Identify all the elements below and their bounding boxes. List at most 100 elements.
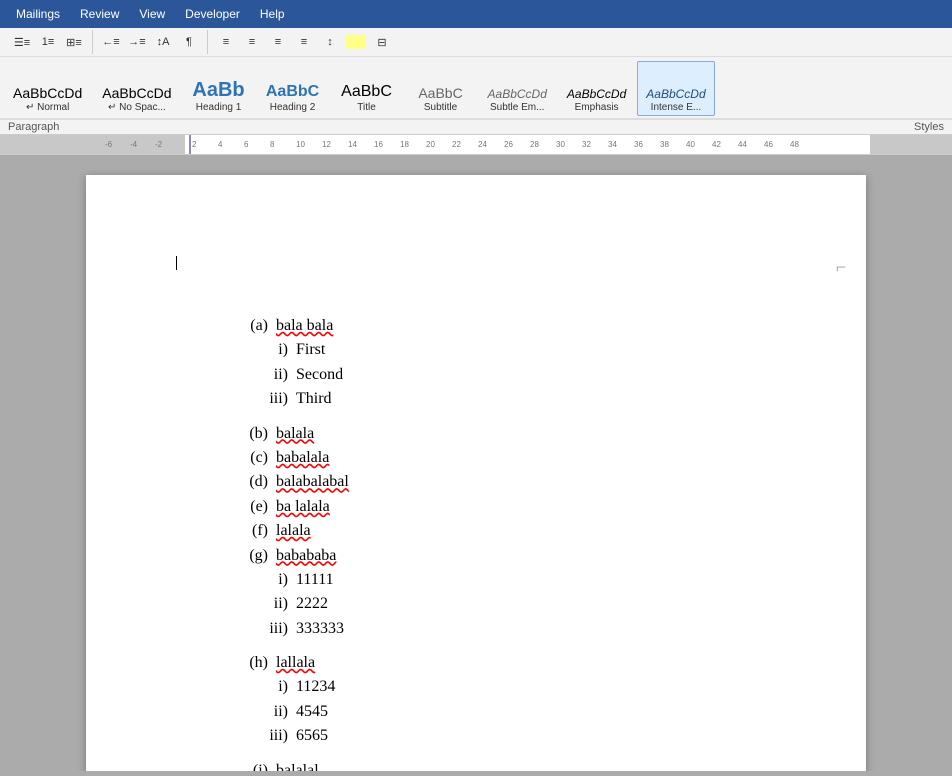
item-c-label: (c) bbox=[216, 447, 276, 469]
item-h-ii-text: 4545 bbox=[296, 701, 328, 723]
item-f-text: lalala bbox=[276, 520, 776, 542]
ruler-mark: 2 bbox=[192, 140, 196, 149]
ruler-mark: 20 bbox=[426, 140, 435, 149]
justify-button[interactable]: ≡ bbox=[292, 30, 316, 54]
ruler-mark: -6 bbox=[105, 140, 112, 149]
borders-button[interactable]: ⊟ bbox=[370, 30, 394, 54]
ruler-mark: 8 bbox=[270, 140, 274, 149]
document-page[interactable]: ⌐ (a) bala bala i) First ii) Second bbox=[86, 175, 866, 771]
item-h-iii-label: iii) bbox=[256, 725, 296, 747]
item-i-text: balalal bbox=[276, 760, 776, 771]
list-item-b: (b) balala bbox=[216, 423, 776, 445]
item-a-i-label: i) bbox=[256, 339, 296, 361]
item-h-i-label: i) bbox=[256, 676, 296, 698]
item-d-text: balabalabal bbox=[276, 471, 776, 493]
ruler-mark: 10 bbox=[296, 140, 305, 149]
corner-mark-top-right: ⌐ bbox=[836, 255, 846, 280]
show-formatting-button[interactable]: ¶ bbox=[177, 30, 201, 54]
item-g-text: babababa bbox=[276, 545, 776, 567]
menu-developer[interactable]: Developer bbox=[177, 5, 248, 23]
line-spacing-button[interactable]: ↕ bbox=[318, 30, 342, 54]
item-a-text: bala bala bbox=[276, 315, 776, 337]
list-buttons-group: ☰≡ 1≡ ⊞≡ bbox=[4, 30, 93, 54]
item-a-label: (a) bbox=[216, 315, 276, 337]
item-a-iii-text: Third bbox=[296, 388, 332, 410]
ruler-mark: 6 bbox=[244, 140, 248, 149]
ruler-mark: -2 bbox=[155, 140, 162, 149]
item-h-i-text: 11234 bbox=[296, 676, 335, 698]
style-heading2[interactable]: AaBbC Heading 2 bbox=[257, 61, 329, 116]
ruler: -6 -4 -2 2 4 6 8 10 12 14 16 18 20 22 24… bbox=[0, 135, 952, 155]
item-f-label: (f) bbox=[216, 520, 276, 542]
item-h-iii-text: 6565 bbox=[296, 725, 328, 747]
bullet-list-button[interactable]: ☰≡ bbox=[10, 30, 34, 54]
list-item-h: (h) lallala i) 11234 ii) 4545 iii) 6565 bbox=[216, 652, 776, 748]
list-item-d: (d) balabalabal bbox=[216, 471, 776, 493]
menu-view[interactable]: View bbox=[131, 5, 173, 23]
item-h-ii-label: ii) bbox=[256, 701, 296, 723]
ruler-mark: 42 bbox=[712, 140, 721, 149]
style-normal[interactable]: AaBbCcDd ↵ Normal bbox=[4, 61, 91, 116]
item-c-text: babalala bbox=[276, 447, 776, 469]
ruler-mark: 44 bbox=[738, 140, 747, 149]
item-g-i-label: i) bbox=[256, 569, 296, 591]
indent-group: ←≡ →≡ ↕A ¶ bbox=[93, 30, 208, 54]
item-g-iii-text: 333333 bbox=[296, 618, 344, 640]
item-e-label: (e) bbox=[216, 496, 276, 518]
list-item-g: (g) babababa i) 11111 ii) 2222 iii) 3333… bbox=[216, 545, 776, 641]
menu-review[interactable]: Review bbox=[72, 5, 127, 23]
menu-help[interactable]: Help bbox=[252, 5, 293, 23]
item-h-label: (h) bbox=[216, 652, 276, 674]
align-left-button[interactable]: ≡ bbox=[214, 30, 238, 54]
item-g-label: (g) bbox=[216, 545, 276, 567]
align-right-button[interactable]: ≡ bbox=[266, 30, 290, 54]
item-a-ii-label: ii) bbox=[256, 364, 296, 386]
ruler-mark: 34 bbox=[608, 140, 617, 149]
style-emphasis[interactable]: AaBbCcDd Emphasis bbox=[558, 61, 635, 116]
style-heading1[interactable]: AaBb Heading 1 bbox=[183, 61, 255, 116]
menu-mailings[interactable]: Mailings bbox=[8, 5, 68, 23]
ruler-mark: 46 bbox=[764, 140, 773, 149]
item-g-iii-label: iii) bbox=[256, 618, 296, 640]
style-title[interactable]: AaBbC Title bbox=[331, 61, 403, 116]
style-subtitle[interactable]: AaBbC Subtitle bbox=[405, 61, 477, 116]
shading-button[interactable] bbox=[346, 35, 366, 49]
item-b-text: balala bbox=[276, 423, 776, 445]
ruler-mark: 32 bbox=[582, 140, 591, 149]
item-d-label: (d) bbox=[216, 471, 276, 493]
ruler-mark: 36 bbox=[634, 140, 643, 149]
ruler-mark: 18 bbox=[400, 140, 409, 149]
style-subtle-em[interactable]: AaBbCcDd Subtle Em... bbox=[479, 61, 556, 116]
multilevel-list-button[interactable]: ⊞≡ bbox=[62, 30, 86, 54]
align-center-button[interactable]: ≡ bbox=[240, 30, 264, 54]
item-a-ii-text: Second bbox=[296, 364, 343, 386]
style-no-spacing[interactable]: AaBbCcDd ↵ No Spac... bbox=[93, 61, 180, 116]
item-h-text: lallala bbox=[276, 652, 776, 674]
ruler-mark: 14 bbox=[348, 140, 357, 149]
section-labels-bar: Paragraph Styles bbox=[0, 119, 952, 134]
list-item-e: (e) ba lalala bbox=[216, 496, 776, 518]
item-i-label: (i) bbox=[216, 760, 276, 771]
toolbar-row1: ☰≡ 1≡ ⊞≡ ←≡ →≡ ↕A ¶ ≡ ≡ ≡ ≡ ↕ ⊟ bbox=[0, 28, 952, 57]
ruler-mark: 12 bbox=[322, 140, 331, 149]
decrease-indent-button[interactable]: ←≡ bbox=[99, 30, 123, 54]
document-content: (a) bala bala i) First ii) Second iii) T… bbox=[216, 315, 776, 771]
sort-button[interactable]: ↕A bbox=[151, 30, 175, 54]
document-area[interactable]: ⌐ (a) bala bala i) First ii) Second bbox=[0, 155, 952, 771]
item-e-text: ba lalala bbox=[276, 496, 776, 518]
style-intense-e[interactable]: AaBbCcDd Intense E... bbox=[637, 61, 714, 116]
page-cursor bbox=[176, 253, 177, 272]
paragraph-label: Paragraph bbox=[8, 121, 59, 133]
list-item-c: (c) babalala bbox=[216, 447, 776, 469]
numbered-list-button[interactable]: 1≡ bbox=[36, 30, 60, 54]
ruler-cursor-indicator bbox=[189, 135, 191, 154]
item-g-i-text: 11111 bbox=[296, 569, 334, 591]
list-item-i: (i) balalal i) wwert ii) ytyrht iii) bdb… bbox=[216, 760, 776, 771]
ruler-mark: 40 bbox=[686, 140, 695, 149]
styles-label: Styles bbox=[914, 121, 944, 133]
ruler-mark: 38 bbox=[660, 140, 669, 149]
item-b-label: (b) bbox=[216, 423, 276, 445]
ruler-mark: 30 bbox=[556, 140, 565, 149]
menu-bar: Mailings Review View Developer Help bbox=[0, 0, 952, 28]
increase-indent-button[interactable]: →≡ bbox=[125, 30, 149, 54]
